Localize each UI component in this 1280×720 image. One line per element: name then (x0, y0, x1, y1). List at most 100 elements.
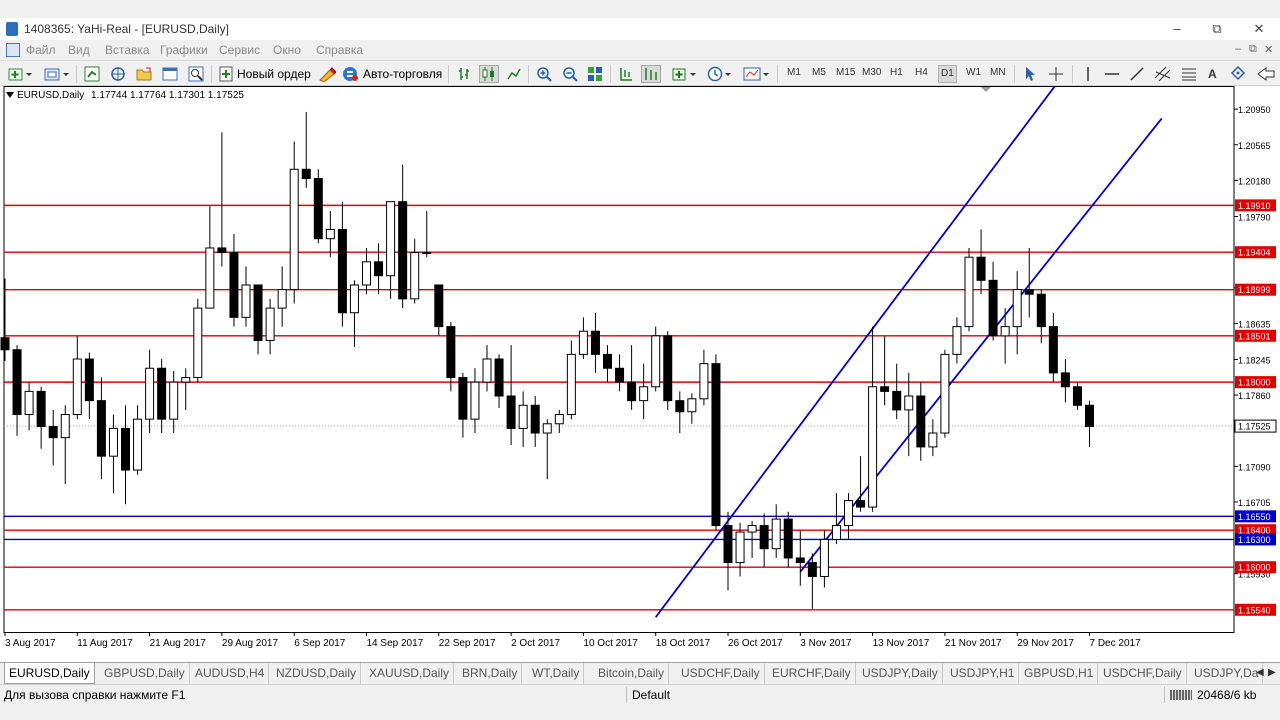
tab-brn-daily[interactable]: BRN,Daily (458, 663, 523, 684)
strategy-tester-icon[interactable] (188, 65, 204, 83)
candle-bear (48, 426, 58, 439)
candle-bear (446, 326, 456, 379)
tab-nzdusd-daily[interactable]: NZDUSD,Daily (272, 663, 362, 684)
candle-bull (362, 261, 371, 286)
new-order-button[interactable]: Новый ордер (218, 65, 311, 83)
timeframe-h4[interactable]: H4 (915, 67, 928, 78)
chart-restore-button[interactable]: ⧉ (1249, 43, 1257, 56)
chart-shift-icon[interactable] (618, 65, 634, 83)
arrow-tool-icon[interactable] (1256, 65, 1276, 83)
horizontal-line-icon[interactable] (1104, 65, 1120, 83)
candle-bull (651, 335, 661, 388)
candle-bear (12, 349, 22, 416)
menu-file[interactable]: Файл (26, 43, 56, 57)
tabs-scroll-right-icon[interactable]: ▶ (1268, 667, 1276, 678)
minimize-button[interactable]: – (1162, 20, 1192, 38)
timeframe-mn[interactable]: MN (990, 67, 1006, 78)
channel-icon[interactable] (1154, 65, 1172, 83)
tab-usdchf-daily-2[interactable]: USDCHF,Daily (1099, 663, 1187, 684)
chart-tabs: EURUSD,Daily GBPUSD,Daily AUDUSD,H4 NZDU… (0, 662, 1280, 684)
tab-wt-daily[interactable]: WT,Daily (528, 663, 585, 684)
tabs-scroll-left-icon[interactable]: ◀ (1256, 667, 1264, 678)
menu-window[interactable]: Окно (273, 43, 301, 57)
status-profile[interactable]: Default (632, 688, 670, 702)
terminal-icon[interactable] (162, 65, 178, 83)
date-label: 21 Aug 2017 (150, 638, 207, 649)
candle-bull (735, 531, 745, 564)
bar-chart-icon[interactable] (456, 65, 472, 83)
menu-charts[interactable]: Графики (160, 43, 208, 57)
trendline-icon[interactable] (1129, 65, 1145, 83)
fibonacci-icon[interactable] (1181, 65, 1197, 83)
candle-bull (542, 423, 552, 434)
tab-bitcoin-daily[interactable]: Bitcoin,Daily (594, 663, 670, 684)
indicators-icon[interactable] (672, 65, 698, 83)
level-price-label: 1.16550 (1238, 512, 1271, 522)
crosshair-icon[interactable] (1048, 65, 1064, 83)
data-window-icon[interactable] (110, 65, 126, 83)
date-label: 3 Nov 2017 (800, 638, 852, 649)
text-tool-icon[interactable]: A (1208, 65, 1217, 83)
close-button[interactable]: ✕ (1244, 20, 1274, 38)
tab-usdjpy-h1[interactable]: USDJPY,H1 (946, 663, 1020, 684)
menu-tools[interactable]: Сервис (219, 43, 260, 57)
candle-bull (831, 525, 841, 540)
menu-help[interactable]: Справка (316, 43, 363, 57)
timeframe-d1[interactable]: D1 (938, 65, 957, 83)
zoom-in-icon[interactable] (536, 65, 552, 83)
timeframe-h1[interactable]: H1 (890, 67, 903, 78)
candle-bear (1085, 404, 1094, 428)
tab-eurusd-daily[interactable]: EURUSD,Daily (4, 663, 95, 684)
line-chart-icon[interactable] (506, 65, 522, 83)
tab-xauusd-daily[interactable]: XAUUSD,Daily (365, 663, 455, 684)
new-chart-icon[interactable] (8, 65, 32, 83)
timeframe-w1[interactable]: W1 (966, 67, 981, 78)
candle-bear (1060, 372, 1070, 388)
chart-header: EURUSD,Daily 1.17744 1.17764 1.17301 1.1… (6, 90, 244, 101)
menu-view[interactable]: Вид (68, 43, 90, 57)
tab-usdjpy-daily[interactable]: USDJPY,Daily (858, 663, 943, 684)
date-label: 21 Nov 2017 (945, 638, 1002, 649)
metaeditor-icon[interactable] (318, 65, 336, 83)
price-chart[interactable]: 1.209501.205651.201801.197901.190201.186… (0, 86, 1280, 662)
market-watch-icon[interactable] (84, 65, 100, 83)
tab-audusd-h4[interactable]: AUDUSD,H4 (191, 663, 270, 684)
tab-gbpusd-h1[interactable]: GBPUSD,H1 (1020, 663, 1099, 684)
menu-insert[interactable]: Вставка (105, 43, 150, 57)
candle-bear (783, 518, 793, 559)
timeframe-m5[interactable]: M5 (812, 67, 826, 78)
chart-symbol: EURUSD,Daily (17, 90, 85, 101)
date-label: 18 Oct 2017 (656, 638, 711, 649)
periods-icon[interactable] (707, 65, 733, 83)
profiles-icon[interactable] (44, 65, 70, 83)
chart-window-icon[interactable] (6, 43, 20, 57)
candle-bull (470, 381, 480, 420)
level-price-label: 1.15540 (1238, 605, 1271, 615)
candle-bull (819, 538, 829, 577)
candle-bear (856, 500, 866, 508)
tab-gbpusd-daily[interactable]: GBPUSD,Daily (100, 663, 190, 684)
tab-eurchf-daily[interactable]: EURCHF,Daily (768, 663, 856, 684)
auto-scroll-icon[interactable] (641, 65, 661, 83)
candle-bull (133, 418, 143, 471)
chart-window[interactable]: 1.209501.205651.201801.197901.190201.186… (0, 86, 1280, 662)
navigator-icon[interactable] (136, 65, 152, 83)
level-price-label: 1.19910 (1238, 201, 1271, 211)
chart-close-button[interactable]: ✕ (1264, 43, 1273, 56)
zoom-out-icon[interactable] (562, 65, 578, 83)
timeframe-m1[interactable]: M1 (787, 67, 801, 78)
templates-icon[interactable] (743, 65, 771, 83)
tab-usdchf-daily[interactable]: USDCHF,Daily (677, 663, 765, 684)
tab-usdjpy-da[interactable]: USDJPY,Da (1190, 663, 1264, 684)
timeframe-m30[interactable]: M30 (862, 67, 881, 78)
chart-minimize-button[interactable]: – (1235, 43, 1241, 55)
timeframe-m15[interactable]: M15 (836, 67, 855, 78)
candlestick-chart-icon[interactable] (479, 65, 499, 83)
vertical-line-icon[interactable] (1080, 65, 1096, 83)
auto-trading-button[interactable]: Авто-торговля (342, 65, 442, 83)
restore-button[interactable]: ⧉ (1202, 20, 1232, 38)
label-tool-icon[interactable] (1230, 65, 1246, 83)
tile-windows-icon[interactable] (587, 65, 603, 83)
cursor-icon[interactable] (1022, 65, 1038, 83)
candle-bear (892, 390, 902, 411)
